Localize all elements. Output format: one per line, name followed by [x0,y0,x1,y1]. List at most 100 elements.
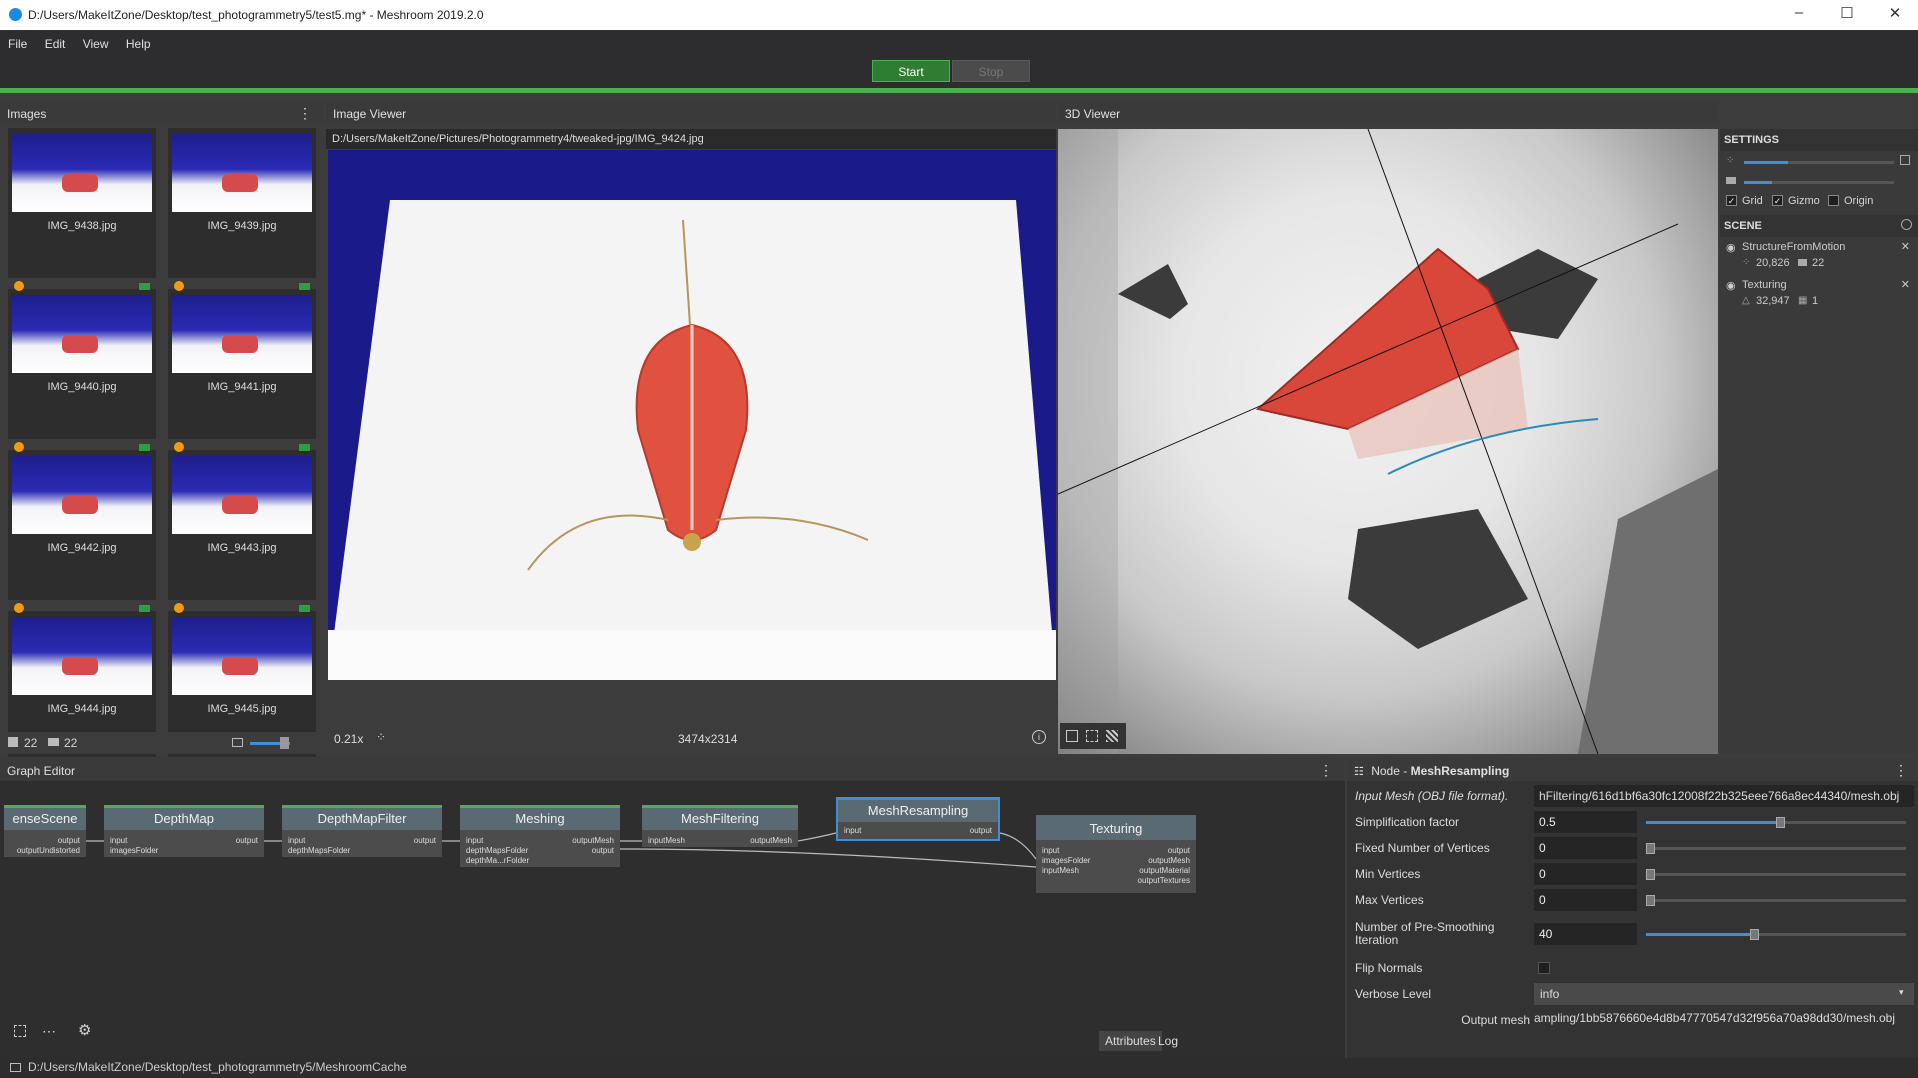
node-port[interactable]: outputUndistorted [17,846,80,855]
node-port[interactable]: input [1042,846,1059,855]
image-thumbnail[interactable]: IMG_9441.jpg [168,281,316,439]
node-port[interactable]: output [1168,846,1190,855]
start-button[interactable]: Start [872,60,950,82]
menu-file[interactable]: File [8,37,27,51]
camera-count-icon [48,738,59,746]
node-port[interactable]: outputMaterial [1139,866,1190,875]
3d-canvas[interactable] [1057,128,1718,755]
scene-info-icon[interactable] [1901,219,1912,230]
node-port[interactable]: output [592,846,614,855]
max-vertices-handle[interactable] [1646,895,1655,906]
max-vertices-slider[interactable] [1646,899,1906,902]
image-thumbnail[interactable]: IMG_9440.jpg [8,281,156,439]
image-thumbnail[interactable]: IMG_9442.jpg [8,442,156,600]
node-port[interactable]: outputTextures [1138,876,1190,885]
more-icon[interactable]: ⋯ [42,1023,56,1040]
image-name: IMG_9438.jpg [47,220,117,232]
image-thumbnail[interactable]: IMG_9438.jpg [8,128,156,278]
stop-button[interactable]: Stop [952,60,1030,82]
image-thumbnail[interactable]: IMG_9439.jpg [168,128,316,278]
graph-node-selected[interactable]: MeshResampling input output [836,797,1000,841]
image-count: 22 [24,736,38,750]
point-size-icon: ⁘ [1726,155,1735,166]
graph-node[interactable]: Texturing input imagesFolder inputMesh o… [1036,815,1196,893]
presmoothing-slider-handle[interactable] [1750,929,1759,940]
simplification-slider-handle[interactable] [1776,817,1785,828]
graph-node[interactable]: MeshFiltering inputMesh outputMesh [642,805,798,847]
info-icon[interactable]: i [1032,730,1046,744]
more-options-icon[interactable]: ⋮ [298,105,312,122]
fixed-vertices-slider[interactable] [1646,847,1906,850]
grid-checkbox[interactable]: ✓ [1726,195,1737,206]
node-port[interactable]: depthMa...rFolder [466,856,529,865]
solid-mode-icon[interactable] [1066,730,1078,742]
scene-item-sfm[interactable]: ◉ StructureFromMotion ✕ ⁘ 20,826 22 [1720,237,1918,275]
menu-view[interactable]: View [83,37,109,51]
visibility-eye-icon[interactable]: ◉ [1726,279,1736,292]
node-port[interactable]: imagesFolder [110,846,158,855]
attr-label: Flip Normals [1355,961,1423,975]
min-vertices-handle[interactable] [1646,869,1655,880]
fixed-vertices-handle[interactable] [1646,843,1655,854]
scene-title: SCENE [1724,220,1762,232]
min-vertices-field[interactable]: 0 [1534,863,1637,885]
node-port[interactable]: output [414,836,436,845]
node-port[interactable]: outputMesh [1148,856,1190,865]
graph-node[interactable]: DepthMapFilter input depthMapsFolder out… [282,805,442,857]
node-port[interactable]: outputMesh [572,836,614,845]
node-port[interactable]: input [288,836,305,845]
node-port[interactable]: output [236,836,258,845]
node-port[interactable]: output [970,826,992,835]
graph-node[interactable]: Meshing input depthMapsFolder depthMa...… [460,805,620,867]
verbose-level-select[interactable]: info [1534,983,1914,1005]
flip-normals-checkbox[interactable] [1538,962,1550,974]
image-canvas[interactable] [328,150,1056,680]
origin-checkbox[interactable] [1828,195,1839,206]
graph-node[interactable]: DepthMap input imagesFolder output [104,805,264,857]
attr-row-fixed-vertices: Fixed Number of Vertices 0 [1351,837,1915,861]
triangles-icon: △ [1742,295,1750,306]
minimize-button[interactable]: – [1776,4,1822,26]
maximize-button[interactable]: ☐ [1824,4,1870,26]
max-vertices-field[interactable]: 0 [1534,889,1637,911]
gizmo-checkbox[interactable]: ✓ [1772,195,1783,206]
remove-item-icon[interactable]: ✕ [1901,278,1910,291]
node-port[interactable]: input [110,836,127,845]
attr-more-options-icon[interactable]: ⋮ [1894,762,1908,779]
node-port[interactable]: outputMesh [750,836,792,845]
image-thumbnail[interactable]: IMG_9443.jpg [168,442,316,600]
scene-header: SCENE [1720,215,1918,237]
menu-edit[interactable]: Edit [45,37,66,51]
presmoothing-field[interactable]: 40 [1534,923,1637,945]
node-port[interactable]: inputMesh [1042,866,1079,875]
node-port[interactable]: depthMapsFolder [466,846,528,855]
gear-icon[interactable]: ⚙ [78,1021,91,1039]
input-mesh-field[interactable]: hFiltering/616d1bf6a30fc12008f22b325eee7… [1534,785,1914,807]
remove-item-icon[interactable]: ✕ [1901,240,1910,253]
menu-help[interactable]: Help [126,37,151,51]
visibility-eye-icon[interactable]: ◉ [1726,241,1736,254]
textured-mode-icon[interactable] [1106,730,1118,742]
cache-path[interactable]: D:/Users/MakeItZone/Desktop/test_photogr… [28,1060,407,1074]
wireframe-mode-icon[interactable] [1086,730,1098,742]
min-vertices-slider[interactable] [1646,873,1906,876]
node-icon: ☷ [1354,766,1364,778]
close-button[interactable]: ✕ [1872,4,1918,26]
node-port[interactable]: imagesFolder [1042,856,1090,865]
fixed-point-size-icon[interactable] [1900,155,1910,165]
node-port[interactable]: input [844,826,861,835]
fixed-vertices-field[interactable]: 0 [1534,837,1637,859]
node-port[interactable]: output [58,836,80,845]
output-mesh-field[interactable]: ampling/1bb5876660e4d8b47770547d32f956a7… [1534,1011,1914,1025]
simplification-field[interactable]: 0.5 [1534,811,1637,833]
node-port[interactable]: input [466,836,483,845]
scene-item-texturing[interactable]: ◉ Texturing ✕ △ 32,947 ▦ 1 [1720,275,1918,313]
thumbnail-size-handle[interactable] [280,737,289,749]
features-icon[interactable]: ⁘ [376,730,386,744]
graph-node[interactable]: enseScene output outputUndistorted [4,805,86,857]
node-port[interactable]: inputMesh [648,836,685,845]
point-size-fill [1744,161,1788,164]
node-port[interactable]: depthMapsFolder [288,846,350,855]
tab-log[interactable]: Log [1152,1031,1184,1051]
fit-view-icon[interactable] [14,1025,26,1037]
